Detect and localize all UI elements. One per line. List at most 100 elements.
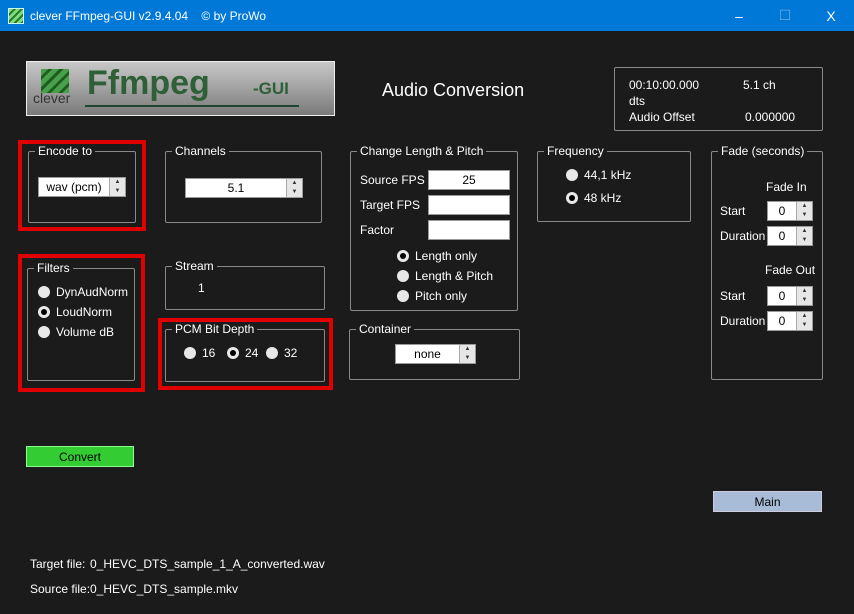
- target-file-value: 0_HEVC_DTS_sample_1_A_converted.wav: [90, 557, 325, 571]
- length-pitch-radio[interactable]: Length & Pitch: [397, 269, 493, 283]
- info-panel: 00:10:00.000 5.1 ch dts Audio Offset 0.0…: [614, 67, 823, 131]
- spin-arrows-icon[interactable]: ▲ ▼: [796, 287, 812, 305]
- spin-arrows-icon[interactable]: ▲ ▼: [459, 345, 475, 363]
- page-title: Audio Conversion: [382, 80, 525, 100]
- fade-out-duration-label: Duration: [720, 314, 766, 328]
- radio-icon: [397, 290, 409, 302]
- radio-icon: [566, 192, 578, 204]
- pcm-group: PCM Bit Depth 16 24 32: [165, 322, 325, 382]
- encode-label: Encode to: [35, 144, 96, 158]
- spin-arrows-icon[interactable]: ▲ ▼: [109, 178, 125, 196]
- radio-icon: [227, 347, 239, 359]
- filter-dynaudnorm[interactable]: DynAudNorm: [38, 285, 128, 299]
- length-only-radio[interactable]: Length only: [397, 249, 477, 263]
- spin-value: 0: [778, 314, 786, 328]
- fade-in-label: Fade In: [766, 180, 807, 194]
- radio-icon: [38, 326, 50, 338]
- container-group: Container none ▲ ▼: [349, 322, 520, 380]
- radio-icon: [38, 286, 50, 298]
- fade-out-duration-spin[interactable]: 0 ▲ ▼: [767, 311, 813, 331]
- fade-out-start-spin[interactable]: 0 ▲ ▼: [767, 286, 813, 306]
- spin-arrows-icon[interactable]: ▲ ▼: [796, 312, 812, 330]
- radio-label: 32: [284, 346, 298, 360]
- fade-out-label: Fade Out: [765, 263, 816, 277]
- filter-loudnorm[interactable]: LoudNorm: [38, 305, 112, 319]
- radio-icon: [566, 169, 578, 181]
- radio-icon: [38, 306, 50, 318]
- source-file-label: Source file:: [30, 582, 91, 596]
- target-file-label: Target file:: [30, 557, 86, 571]
- pcm-24[interactable]: 24: [227, 346, 258, 360]
- pitch-only-radio[interactable]: Pitch only: [397, 289, 467, 303]
- source-fps-label: Source FPS: [360, 173, 425, 187]
- app-icon: [8, 7, 24, 24]
- radio-icon: [266, 347, 278, 359]
- channels-group: Channels 5.1 ▲ ▼: [165, 144, 322, 223]
- source-file-value: 0_HEVC_DTS_sample.mkv: [90, 582, 239, 596]
- factor-label: Factor: [360, 223, 395, 237]
- container-label: Container: [356, 322, 415, 336]
- offset-value: 0.000000: [745, 110, 796, 124]
- container-select[interactable]: none ▲ ▼: [395, 344, 476, 364]
- radio-icon: [184, 347, 196, 359]
- change-length-group: Change Length & Pitch Source FPS 25 Targ…: [350, 144, 518, 311]
- filters-group: Filters DynAudNorm LoudNorm Volume dB: [27, 261, 135, 381]
- target-fps-input[interactable]: [428, 195, 510, 215]
- radio-label: 16: [202, 346, 216, 360]
- channels-value: 5.1: [227, 181, 245, 195]
- fade-label: Fade (seconds): [718, 144, 808, 158]
- spin-arrows-icon[interactable]: ▲ ▼: [796, 227, 812, 245]
- logo-suffix: -GUI: [253, 79, 289, 98]
- main-button[interactable]: Main: [713, 491, 822, 512]
- window-title: clever FFmpeg-GUI v2.9.4.04 © by ProWo: [30, 8, 267, 23]
- frequency-group: Frequency 44,1 kHz 48 kHz: [537, 144, 691, 222]
- logo-text: Ffmpeg: [87, 64, 210, 102]
- change-label: Change Length & Pitch: [357, 144, 487, 158]
- freq-48-radio[interactable]: 48 kHz: [566, 191, 621, 205]
- radio-label: 48 kHz: [584, 191, 622, 205]
- pcm-16[interactable]: 16: [184, 346, 215, 360]
- factor-input[interactable]: [428, 220, 510, 240]
- fade-in-start-label: Start: [720, 204, 746, 218]
- radio-label: Pitch only: [415, 289, 468, 303]
- logo: clever Ffmpeg -GUI: [26, 61, 335, 116]
- filter-volume[interactable]: Volume dB: [38, 325, 114, 339]
- offset-label: Audio Offset: [629, 110, 695, 124]
- freq-44-radio[interactable]: 44,1 kHz: [566, 168, 631, 182]
- spin-value: 0: [778, 289, 786, 303]
- fade-out-start-label: Start: [720, 289, 746, 303]
- encode-group: Encode to wav (pcm) ▲ ▼: [28, 144, 136, 223]
- encode-value: wav (pcm): [46, 180, 102, 194]
- radio-label: 44,1 kHz: [584, 168, 632, 182]
- fade-in-duration-label: Duration: [720, 229, 766, 243]
- logo-small-text: clever: [33, 90, 71, 106]
- fade-in-duration-spin[interactable]: 0 ▲ ▼: [767, 226, 813, 246]
- pcm-32[interactable]: 32: [266, 346, 297, 360]
- codec-text: dts: [629, 94, 646, 108]
- source-fps-input[interactable]: 25: [428, 170, 510, 190]
- minimize-button[interactable]: –: [716, 0, 762, 31]
- radio-label: DynAudNorm: [56, 285, 129, 299]
- target-fps-label: Target FPS: [360, 198, 421, 212]
- radio-icon: [397, 250, 409, 262]
- fade-group: Fade (seconds) Fade In Start 0 ▲ ▼ Duratio…: [711, 144, 823, 380]
- channels-select[interactable]: 5.1 ▲ ▼: [185, 178, 303, 198]
- fade-in-start-spin[interactable]: 0 ▲ ▼: [767, 201, 813, 221]
- radio-label: LoudNorm: [56, 305, 113, 319]
- spin-value: 0: [778, 204, 786, 218]
- radio-label: 24: [245, 346, 259, 360]
- stream-value: 1: [198, 281, 205, 295]
- frequency-label: Frequency: [544, 144, 607, 158]
- spin-arrows-icon[interactable]: ▲ ▼: [286, 179, 302, 197]
- spin-arrows-icon[interactable]: ▲ ▼: [796, 202, 812, 220]
- stream-group: Stream 1: [165, 259, 325, 310]
- spin-value: 0: [778, 229, 786, 243]
- close-button[interactable]: X: [808, 0, 854, 31]
- radio-icon: [397, 270, 409, 282]
- filters-label: Filters: [34, 261, 73, 275]
- container-value: none: [414, 347, 441, 361]
- maximize-button[interactable]: ☐: [762, 0, 808, 31]
- channels-text: 5.1 ch: [743, 78, 776, 92]
- convert-button[interactable]: Convert: [26, 446, 134, 467]
- encode-select[interactable]: wav (pcm) ▲ ▼: [38, 177, 126, 197]
